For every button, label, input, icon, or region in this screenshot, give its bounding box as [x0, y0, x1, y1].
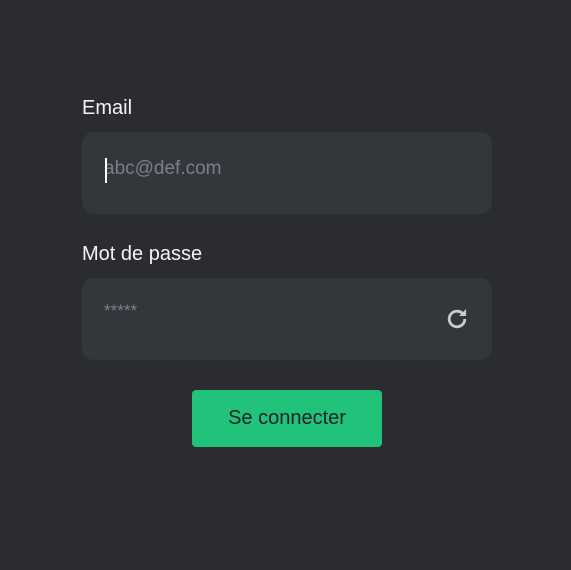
password-input[interactable]	[104, 270, 424, 352]
text-cursor	[105, 158, 107, 183]
email-field-container[interactable]	[82, 128, 492, 214]
email-label: Email	[82, 97, 133, 119]
password-label: Mot de passe	[82, 243, 203, 265]
email-input[interactable]	[104, 128, 424, 210]
login-button[interactable]: Se connecter	[192, 390, 382, 447]
refresh-icon[interactable]	[444, 306, 470, 332]
password-field-container[interactable]	[82, 270, 492, 360]
